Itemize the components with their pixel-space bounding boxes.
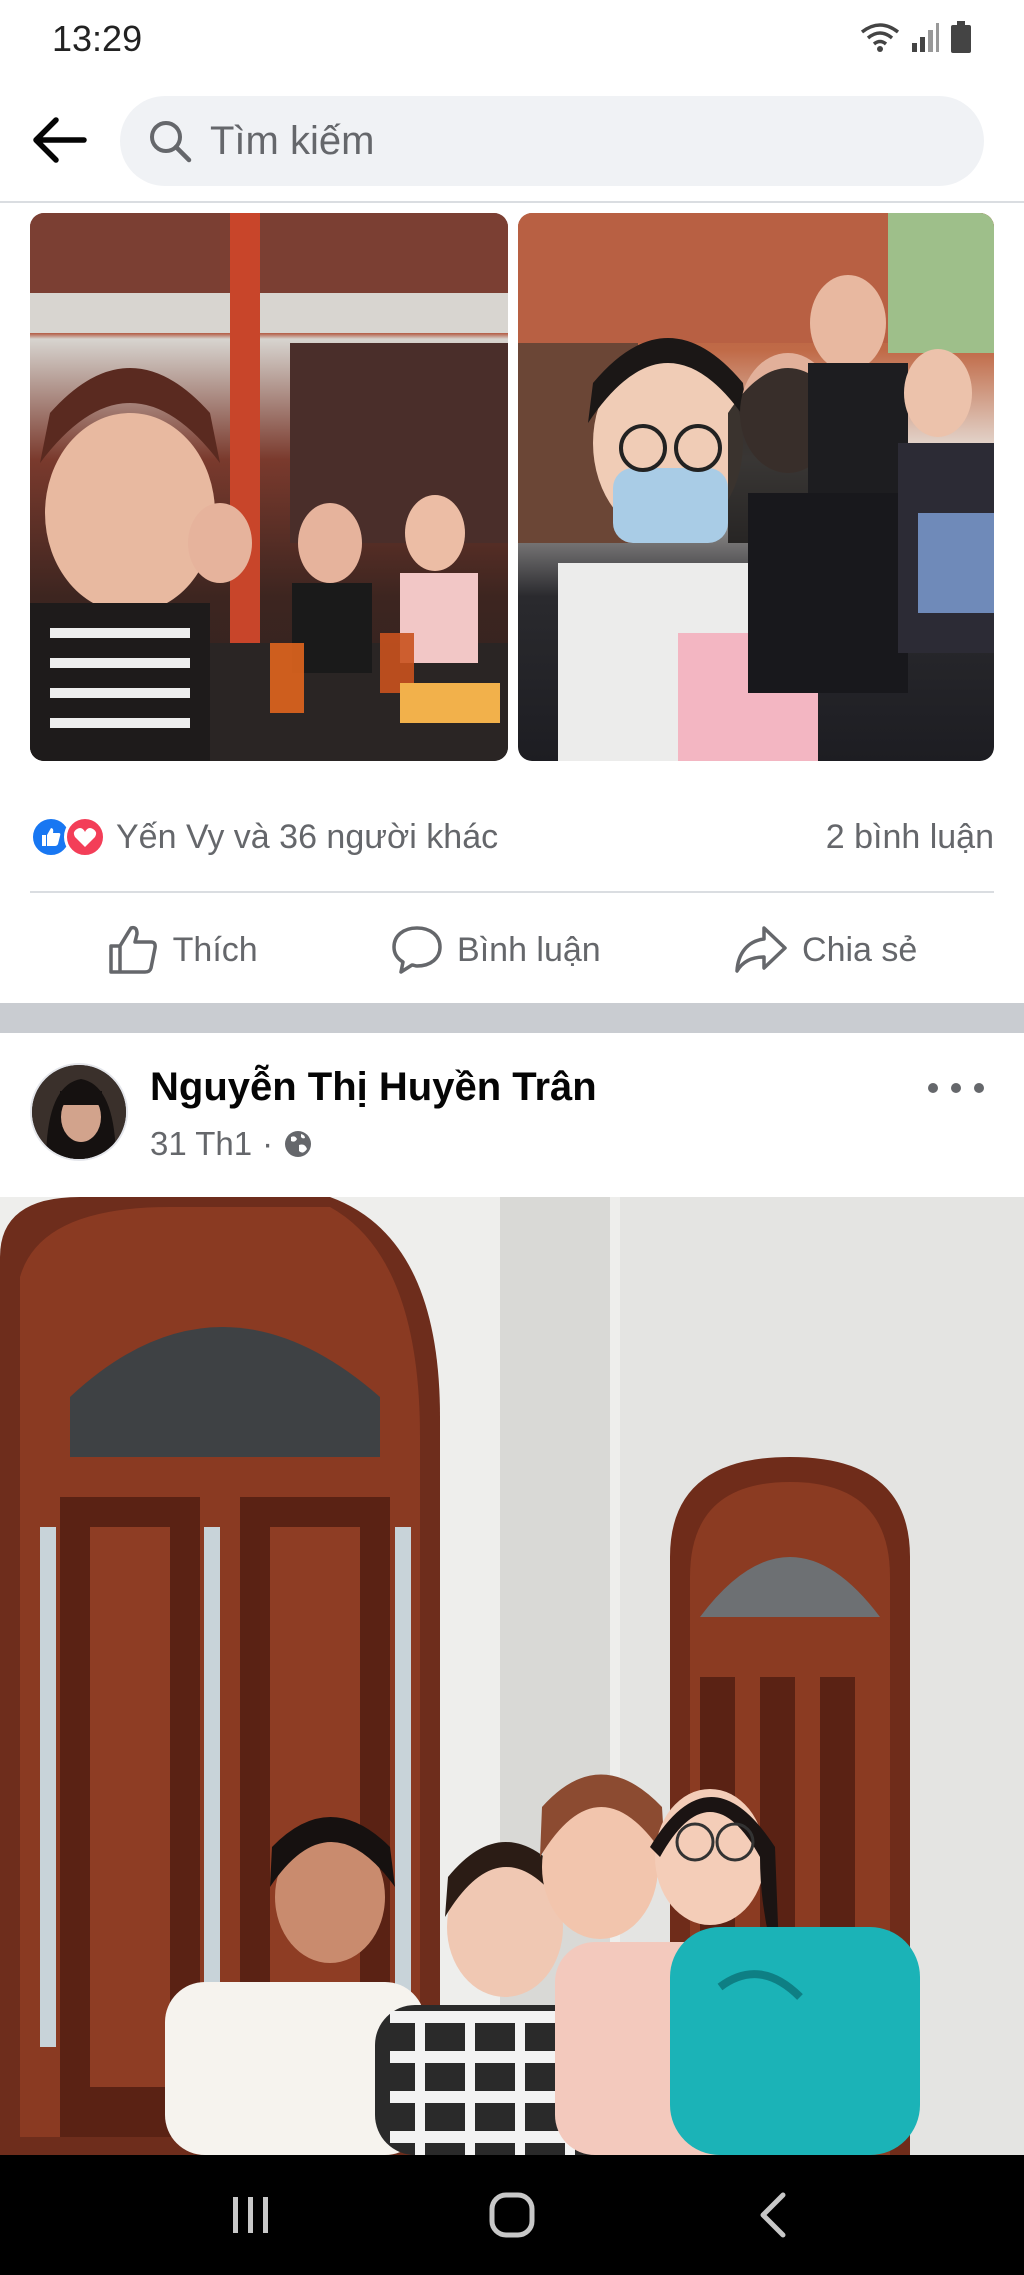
search-header <box>0 78 1024 203</box>
system-nav-bar <box>0 2155 1024 2275</box>
like-label: Thích <box>172 930 258 969</box>
post-action-bar: Thích Bình luận Chia sẻ <box>0 905 1024 995</box>
group-selfie-cafe-photo[interactable] <box>30 213 508 761</box>
comment-count[interactable]: 2 bình luận <box>826 818 994 857</box>
more-dot <box>951 1083 961 1093</box>
home-icon <box>489 2192 535 2238</box>
reaction-text: Yến Vy và 36 người khác <box>116 817 499 856</box>
status-bar: 13:29 <box>0 0 1024 78</box>
comment-button[interactable]: Bình luận <box>391 924 601 976</box>
divider <box>30 891 994 893</box>
comment-icon <box>392 926 442 974</box>
like-button[interactable]: Thích <box>107 924 258 976</box>
group-photo-arched-doors[interactable] <box>0 1197 1024 2155</box>
arrow-left-icon <box>33 117 87 163</box>
author-name[interactable]: Nguyễn Thị Huyền Trân <box>150 1065 597 1110</box>
more-dot <box>928 1083 938 1093</box>
post-date[interactable]: 31 Th1 <box>150 1125 252 1163</box>
thumbs-up-icon <box>108 925 157 974</box>
reaction-summary[interactable]: Yến Vy và 36 người khác 2 bình luận <box>30 805 994 869</box>
love-icon <box>64 816 106 858</box>
meta-separator: · <box>262 1125 274 1162</box>
back-icon <box>760 2192 786 2238</box>
wifi-icon <box>860 23 900 52</box>
back-button[interactable] <box>28 108 92 172</box>
status-time: 13:29 <box>52 18 143 59</box>
nav-back-button[interactable] <box>728 2170 818 2260</box>
search-box[interactable] <box>120 96 984 186</box>
globe-icon <box>285 1131 312 1157</box>
reaction-icons: Yến Vy và 36 người khác <box>30 816 498 858</box>
group-selfie-outdoor-photo[interactable] <box>518 213 994 761</box>
post-header: Nguyễn Thị Huyền Trân 31 Th1 · <box>0 1033 1024 1197</box>
share-icon <box>735 926 787 973</box>
battery-icon <box>951 21 971 53</box>
comment-label: Bình luận <box>457 930 601 969</box>
more-dot <box>974 1083 984 1093</box>
recent-apps-button[interactable] <box>206 2170 296 2260</box>
signal-icon <box>912 23 939 52</box>
more-options-button[interactable] <box>928 1073 984 1103</box>
share-label: Chia sẻ <box>802 930 918 969</box>
recent-apps-icon <box>232 2197 268 2233</box>
avatar[interactable] <box>30 1063 128 1161</box>
search-input[interactable] <box>210 118 910 164</box>
home-button[interactable] <box>467 2170 557 2260</box>
search-icon <box>150 121 192 163</box>
post-photo-grid <box>30 213 994 761</box>
post-meta: 31 Th1 · <box>150 1125 313 1163</box>
status-icons <box>860 20 972 54</box>
share-button[interactable]: Chia sẻ <box>734 924 917 976</box>
feed-separator <box>0 1003 1024 1033</box>
